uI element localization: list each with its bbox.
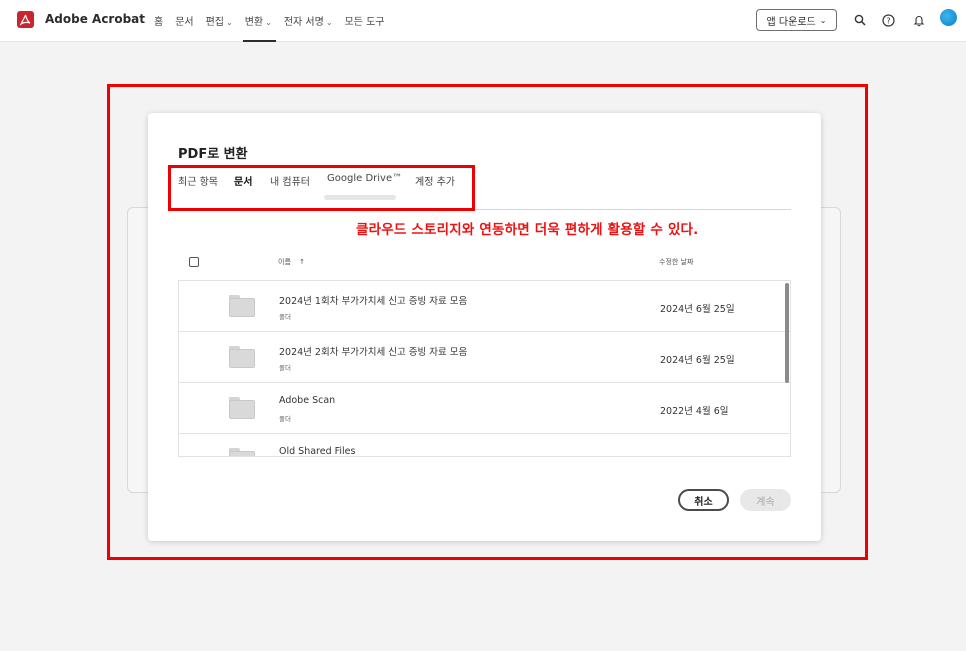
brand-name[interactable]: Adobe Acrobat [45, 12, 145, 26]
svg-text:?: ? [886, 16, 890, 25]
avatar[interactable] [940, 9, 957, 26]
annotation-outer-box [107, 84, 868, 560]
chevron-down-icon: ⌄ [325, 18, 333, 27]
main-nav: 홈 문서 편집 ⌄ 변환 ⌄ 전자 서명 ⌄ 모든 도구 [154, 13, 385, 42]
nav-documents[interactable]: 문서 [175, 13, 193, 29]
nav-edit[interactable]: 편집 ⌄ [206, 13, 233, 29]
annotation-tabs-box [168, 165, 475, 211]
chevron-down-icon: ⌄ [265, 18, 272, 27]
app-download-button[interactable]: 앱 다운로드 ⌄ [756, 9, 837, 31]
search-icon[interactable] [852, 12, 868, 28]
acrobat-logo-icon[interactable] [17, 11, 34, 28]
app-download-label: 앱 다운로드 [766, 16, 816, 28]
nav-home[interactable]: 홈 [154, 13, 163, 29]
top-bar: Adobe Acrobat 홈 문서 편집 ⌄ 변환 ⌄ 전자 서명 ⌄ 모든 도구 … [0, 0, 966, 42]
bell-icon[interactable] [911, 12, 927, 28]
nav-all-tools[interactable]: 모든 도구 [345, 13, 385, 29]
help-icon[interactable]: ? [880, 12, 896, 28]
annotation-caption: 클라우드 스토리지와 연동하면 더욱 편하게 활용할 수 있다. [356, 222, 699, 238]
nav-convert[interactable]: 변환 ⌄ [242, 13, 276, 42]
chevron-down-icon: ⌄ [226, 18, 233, 27]
chevron-down-icon: ⌄ [819, 15, 827, 25]
nav-e-sign[interactable]: 전자 서명 ⌄ [284, 13, 333, 29]
